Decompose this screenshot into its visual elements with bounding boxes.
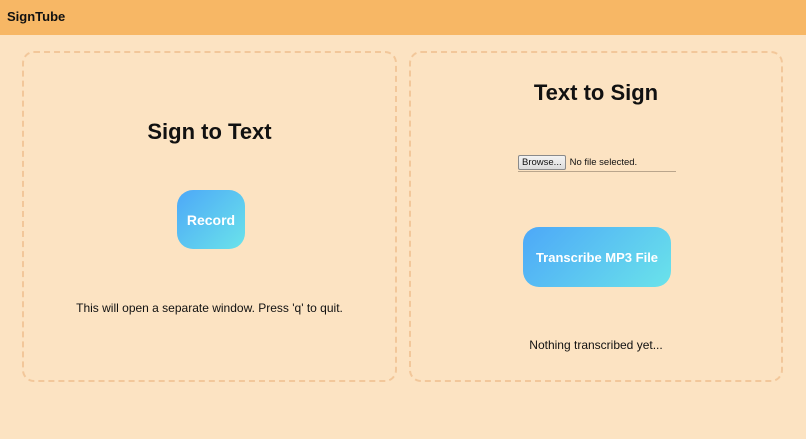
- sign-to-text-panel: Sign to Text Record This will open a sep…: [22, 51, 397, 382]
- file-input[interactable]: Browse... No file selected.: [518, 154, 676, 172]
- transcribe-mp3-button[interactable]: Transcribe MP3 File: [523, 227, 671, 287]
- sign-to-text-title: Sign to Text: [147, 119, 272, 144]
- app-title: SignTube: [7, 9, 66, 24]
- record-instructions: This will open a separate window. Press …: [76, 301, 343, 315]
- record-button[interactable]: Record: [177, 190, 245, 249]
- transcription-result: Nothing transcribed yet...: [529, 338, 663, 352]
- browse-button[interactable]: Browse...: [518, 155, 566, 170]
- app-header: SignTube: [0, 0, 806, 35]
- text-to-sign-title: Text to Sign: [533, 80, 659, 105]
- file-status-text: No file selected.: [569, 157, 638, 168]
- text-to-sign-panel: Text to Sign Browse... No file selected.…: [409, 51, 783, 382]
